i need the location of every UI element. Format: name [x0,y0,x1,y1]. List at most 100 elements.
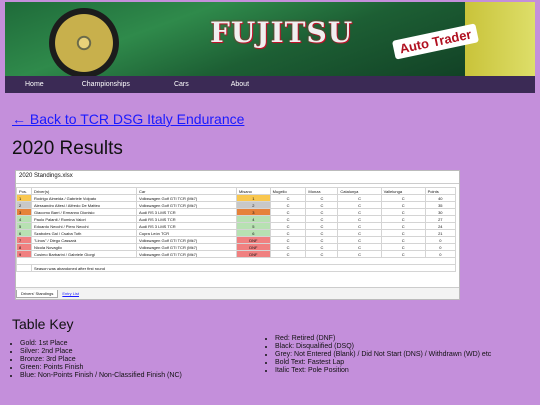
table-cell: C [337,250,382,258]
sponsor-logo-fujitsu: FUJITSU [210,16,354,49]
table-cell: 1 [236,194,271,202]
table-row-blank [16,257,456,265]
table-cell: Nicola Novaglio [31,243,137,251]
table-cell: C [380,201,426,209]
table-cell: 0 [424,243,457,251]
table-cell: C [269,201,307,209]
list-item: Bronze: 3rd Place [20,356,182,363]
main-nav: Home Championships Cars About [5,76,535,93]
key-list-right: Red: Retired (DNF) Black: Disqualified (… [255,335,491,375]
table-cell: "Linos" / Diego Cassarà [31,236,137,244]
table-cell: C [337,229,382,237]
table-cell: C [380,208,426,216]
nav-cars[interactable]: Cars [174,81,189,88]
table-cell: C [269,194,307,202]
list-item: Bold Text: Fastest Lap [275,359,491,366]
nav-championships[interactable]: Championships [82,81,130,88]
col-header: Points [424,187,457,195]
table-cell: 3 [16,208,32,216]
table-cell: Cupra León TCR [136,229,237,237]
table-cell: C [380,250,426,258]
table-cell: 35 [424,201,457,209]
table-cell: 6 [236,229,271,237]
list-item: Grey: Not Entered (Blank) / Did Not Star… [275,351,491,358]
list-item: Green: Points Finish [20,364,182,371]
table-cell: 5 [236,222,271,230]
table-cell: 9 [16,250,32,258]
table-cell: Alessandro Altesi / Alfredo De Matteo [31,201,137,209]
spreadsheet-filename: 2020 Standings.xlsx [16,171,459,184]
table-cell: 8 [16,243,32,251]
col-header: Catalunya [337,187,382,195]
table-cell: C [380,243,426,251]
list-item: Black: Disqualified (DSQ) [275,343,491,350]
table-cell: DNF [236,243,271,251]
table-cell: C [305,236,339,244]
table-cell: C [337,236,382,244]
table-cell: C [380,229,426,237]
spreadsheet-embed[interactable]: 2020 Standings.xlsx Pos. Driver(s) Car M… [15,170,460,300]
table-cell: C [337,215,382,223]
back-link[interactable]: ← Back to TCR DSG Italy Endurance [12,111,244,127]
table-cell: 5 [16,222,32,230]
table-cell: 30 [424,208,457,216]
table-cell: Volkswagen Golf GTI TCR (Mk7) [136,236,237,244]
table-cell: C [269,229,307,237]
table-cell: C [305,243,339,251]
car-wheel-graphic [49,8,119,76]
table-cell: 4 [16,215,32,223]
table-cell: Volkswagen Golf GTI TCR (Mk7) [136,243,237,251]
table-cell: C [337,201,382,209]
table-row-note: Season was abandoned after first round [16,264,456,272]
table-cell: 2 [236,201,271,209]
table-cell: Edoardo Necchi / Piero Necchi [31,222,137,230]
col-header: Car [136,187,237,195]
season-note: Season was abandoned after first round [31,264,456,272]
table-cell: DNF [236,236,271,244]
tab-entry-list[interactable]: Entry List [58,290,83,297]
table-cell: 4 [236,215,271,223]
table-row: 7 "Linos" / Diego Cassarà Volkswagen Golf … [16,236,457,244]
col-header: Vallelunga [380,187,426,195]
table-row: 4 Paolo Palanti / Romina Vaiori Audi RS 3 … [16,215,457,223]
list-item: Blue: Non-Points Finish / Non-Classified… [20,372,182,379]
table-row: 5 Edoardo Necchi / Piero Necchi Audi RS 3 … [16,222,457,230]
list-item: Italic Text: Pole Position [275,367,491,374]
standings-table: Pos. Driver(s) Car Misano Mugello Monza … [16,187,457,272]
col-header: Pos. [16,187,32,195]
table-cell: Volkswagen Golf GTI TCR (Mk7) [136,201,237,209]
table-cell: C [305,229,339,237]
table-cell: C [269,236,307,244]
nav-home[interactable]: Home [25,81,44,88]
table-cell: C [269,250,307,258]
table-row: 1 Rodrigo Almeida / Gabriele Volpato Volks… [16,194,457,202]
nav-about[interactable]: About [231,81,249,88]
table-cell: 24 [424,222,457,230]
table-cell: 40 [424,194,457,202]
table-cell: 21 [424,229,457,237]
table-cell: C [305,194,339,202]
table-header-row: Pos. Driver(s) Car Misano Mugello Monza … [16,187,457,195]
table-cell: Paolo Palanti / Romina Vaiori [31,215,137,223]
table-cell: Giacomo Barri / Ermanno Dionisio [31,208,137,216]
col-header: Monza [305,187,339,195]
table-cell: C [269,222,307,230]
col-header: Misano [236,187,271,195]
table-cell: Rodrigo Almeida / Gabriele Volpato [31,194,137,202]
tab-drivers-standings[interactable]: Drivers' Standings [16,289,59,298]
table-cell: C [380,222,426,230]
table-cell: 1 [16,194,32,202]
table-cell: 7 [16,236,32,244]
table-cell: C [269,215,307,223]
page-title: 2020 Results [12,138,123,159]
table-cell: 27 [424,215,457,223]
table-cell: Cosimo Barbarini / Gabriele Giorgi [31,250,137,258]
table-cell: C [337,243,382,251]
table-cell: C [380,215,426,223]
table-cell: C [305,201,339,209]
table-key-heading: Table Key [12,316,74,332]
col-header: Driver(s) [31,187,137,195]
table-cell: C [269,208,307,216]
table-cell: C [305,222,339,230]
list-item: Red: Retired (DNF) [275,335,491,342]
